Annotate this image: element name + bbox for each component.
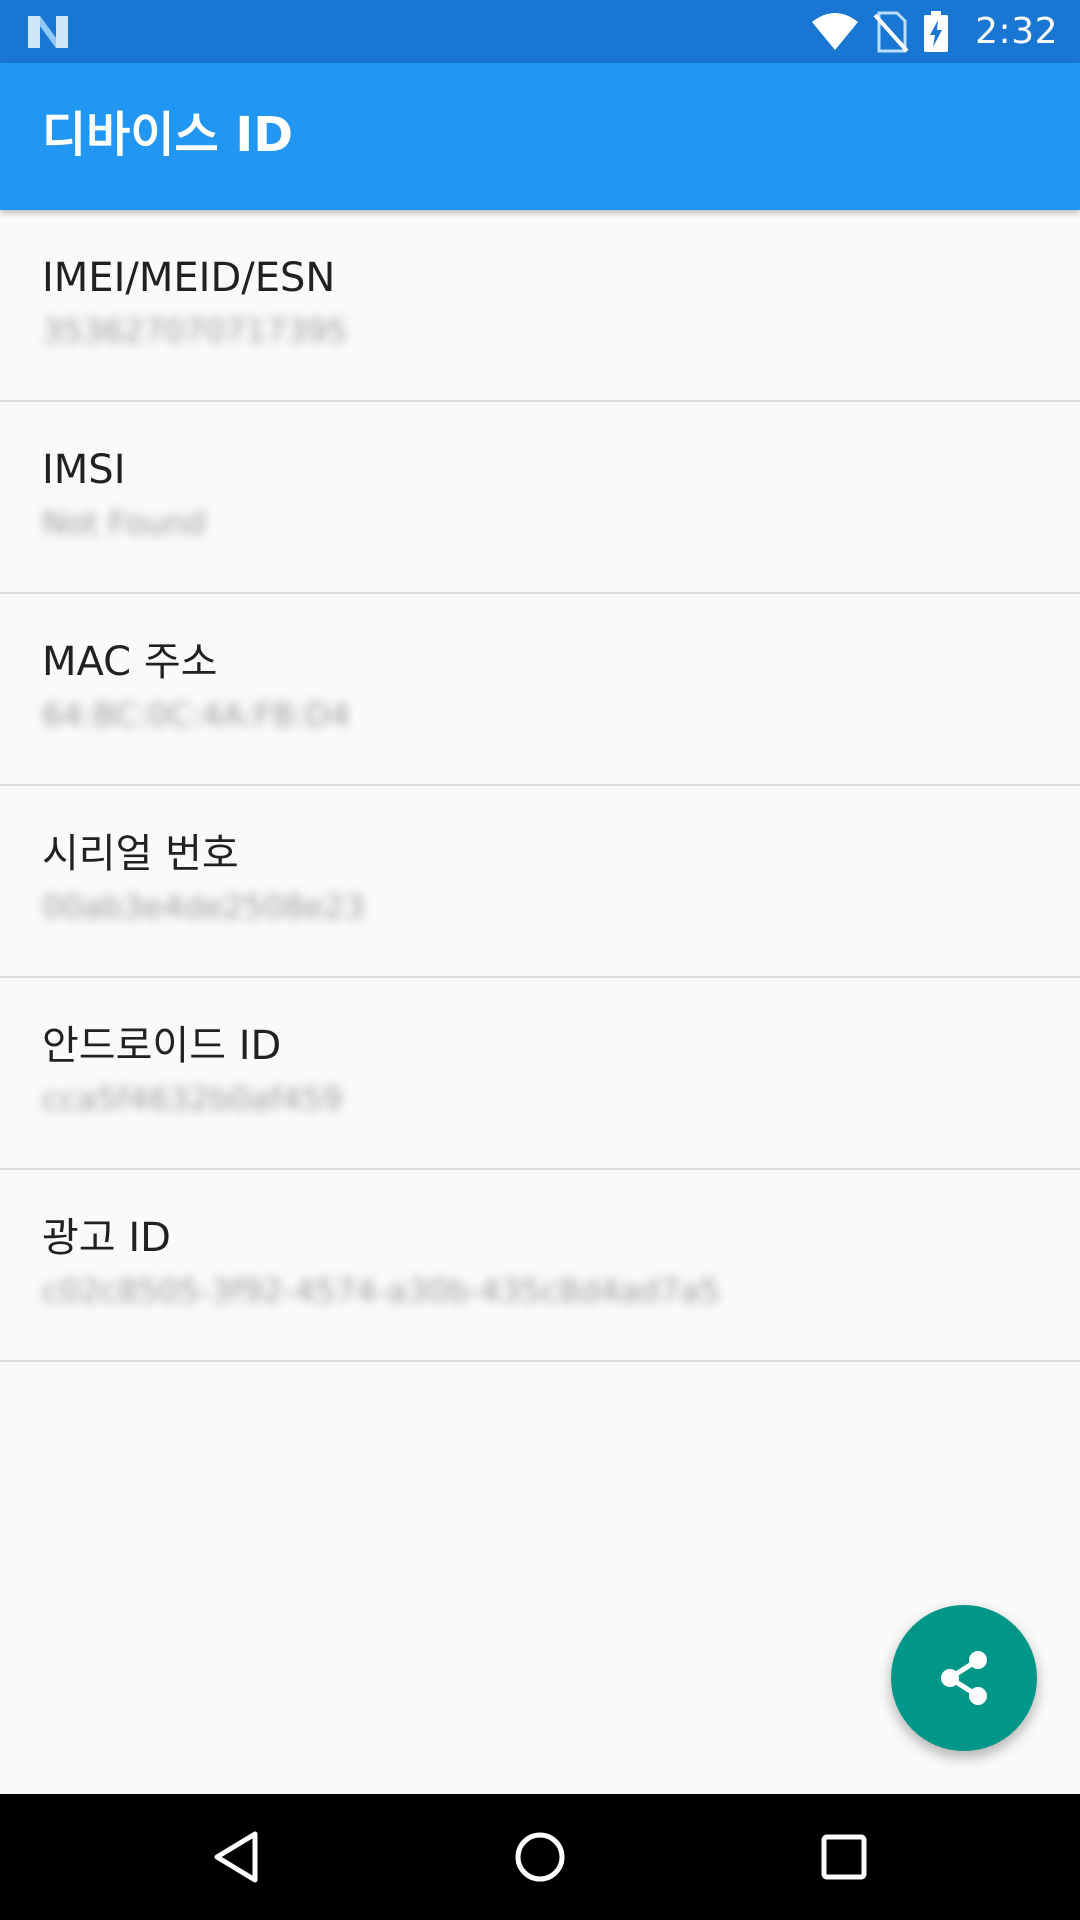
page-title: 디바이스 ID (42, 107, 294, 163)
status-icons: 2:32 (811, 0, 1058, 63)
back-button[interactable] (196, 1817, 276, 1897)
home-icon (515, 1832, 565, 1882)
item-value: 00ab3e4de2508e23 (42, 888, 365, 926)
item-title: MAC 주소 (42, 639, 218, 685)
item-title: IMEI/MEID/ESN (42, 255, 336, 301)
item-value: Not Found (42, 504, 206, 542)
device-id-list: IMEI/MEID/ESN 353627070717395 IMSI Not F… (0, 210, 1080, 1362)
status-bar: 2:32 (0, 0, 1080, 63)
list-item-advertising-id[interactable]: 광고 ID c02c8505-3f92-4574-a30b-435c8d4ad7… (0, 1170, 1080, 1362)
list-item-serial-number[interactable]: 시리얼 번호 00ab3e4de2508e23 (0, 786, 1080, 978)
item-value: c02c8505-3f92-4574-a30b-435c8d4ad7a5 (42, 1272, 720, 1310)
navigation-bar (0, 1794, 1080, 1920)
item-title: 광고 ID (42, 1215, 171, 1261)
item-title: 안드로이드 ID (42, 1023, 282, 1069)
item-value: 353627070717395 (42, 312, 348, 350)
recents-button[interactable] (804, 1817, 884, 1897)
battery-charging-icon (924, 10, 949, 52)
home-button[interactable] (500, 1817, 580, 1897)
item-value: 64:BC:0C:4A:FB:D4 (42, 696, 351, 734)
status-time: 2:32 (975, 11, 1058, 52)
list-item-imei[interactable]: IMEI/MEID/ESN 353627070717395 (0, 210, 1080, 402)
wifi-icon (812, 12, 859, 50)
recents-icon (821, 1834, 867, 1880)
app-bar: 디바이스 ID (0, 63, 1080, 210)
list-item-mac-address[interactable]: MAC 주소 64:BC:0C:4A:FB:D4 (0, 594, 1080, 786)
no-sim-icon (873, 11, 909, 52)
item-value: cca5f4632b0af459 (42, 1080, 343, 1118)
back-icon (214, 1831, 258, 1883)
share-icon (941, 1651, 987, 1705)
list-item-android-id[interactable]: 안드로이드 ID cca5f4632b0af459 (0, 978, 1080, 1170)
item-title: 시리얼 번호 (42, 831, 239, 877)
list-item-imsi[interactable]: IMSI Not Found (0, 402, 1080, 594)
share-button[interactable] (891, 1605, 1037, 1751)
item-title: IMSI (42, 447, 126, 493)
notification-n-icon (28, 16, 68, 48)
